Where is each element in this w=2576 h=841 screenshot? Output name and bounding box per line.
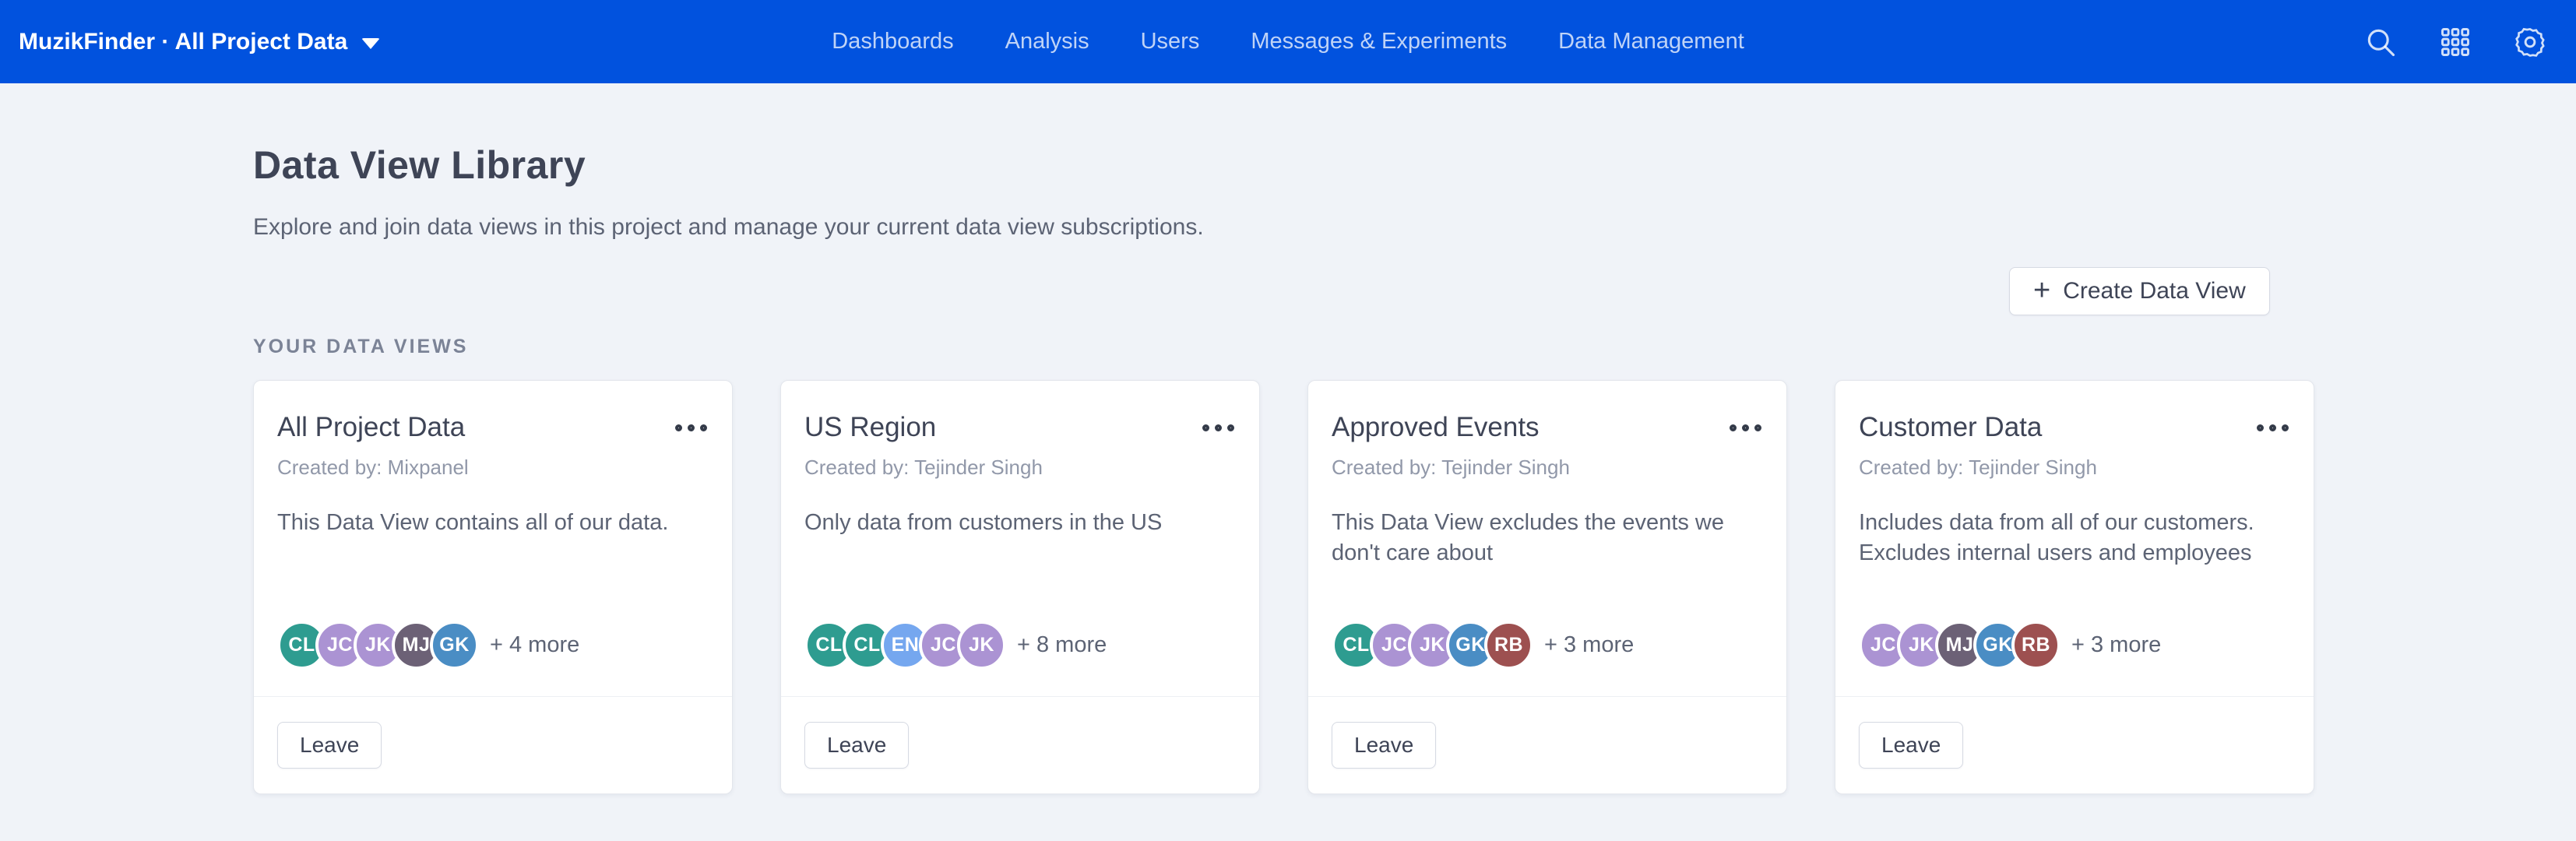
card-body: Customer Data Created by: Tejinder Singh…	[1835, 381, 2314, 696]
dot	[700, 424, 707, 431]
plus-icon: +	[2033, 276, 2050, 305]
nav-dashboards[interactable]: Dashboards	[832, 29, 953, 55]
project-switcher[interactable]: MuzikFinder · All Project Data	[19, 29, 380, 55]
member-row: CLCLENJCJK + 8 more	[804, 621, 1236, 670]
dot	[1227, 424, 1234, 431]
nav-users[interactable]: Users	[1141, 29, 1200, 55]
card-description: Includes data from all of our customers.…	[1859, 508, 2290, 568]
more-members-label: + 4 more	[490, 632, 579, 658]
card-title: US Region	[804, 412, 936, 443]
top-navbar: MuzikFinder · All Project Data Dashboard…	[0, 0, 2576, 83]
card-title: Customer Data	[1859, 412, 2042, 443]
search-icon[interactable]	[2363, 24, 2398, 60]
card-created-by: Created by: Tejinder Singh	[804, 456, 1236, 480]
project-switcher-label: MuzikFinder · All Project Data	[19, 29, 347, 55]
member-row: CLJCJKMJGK + 4 more	[277, 621, 709, 670]
ellipsis-menu-icon[interactable]	[2255, 420, 2290, 436]
leave-button[interactable]: Leave	[1859, 722, 1963, 769]
avatar-group: CLJCJKMJGK	[277, 621, 479, 670]
ellipsis-menu-icon[interactable]	[1728, 420, 1763, 436]
data-view-card: Approved Events Created by: Tejinder Sin…	[1307, 380, 1787, 794]
dot	[1742, 424, 1749, 431]
dot	[1730, 424, 1737, 431]
card-created-by: Created by: Tejinder Singh	[1332, 456, 1763, 480]
settings-gear-icon[interactable]	[2512, 24, 2548, 60]
avatar: RB	[2011, 621, 2060, 670]
leave-button[interactable]: Leave	[804, 722, 909, 769]
navbar-icon-group	[2363, 24, 2548, 60]
card-body: All Project Data Created by: Mixpanel Th…	[254, 381, 732, 696]
apps-grid-icon-svg	[2438, 25, 2472, 59]
card-footer: Leave	[1308, 696, 1786, 793]
section-label-your-data-views: YOUR DATA VIEWS	[253, 336, 2576, 358]
avatar: JK	[957, 621, 1006, 670]
card-body: Approved Events Created by: Tejinder Sin…	[1308, 381, 1786, 696]
create-data-view-button[interactable]: + Create Data View	[2009, 267, 2270, 315]
dot	[1202, 424, 1209, 431]
data-view-card: Customer Data Created by: Tejinder Singh…	[1835, 380, 2314, 794]
more-members-label: + 8 more	[1017, 632, 1107, 658]
dot	[1754, 424, 1761, 431]
ellipsis-menu-icon[interactable]	[674, 420, 709, 436]
card-created-by: Created by: Tejinder Singh	[1859, 456, 2290, 480]
avatar-group: CLCLENJCJK	[804, 621, 1006, 670]
data-view-card: US Region Created by: Tejinder Singh Onl…	[780, 380, 1260, 794]
create-data-view-label: Create Data View	[2063, 278, 2246, 304]
dot	[675, 424, 682, 431]
card-title: All Project Data	[277, 412, 465, 443]
card-description: Only data from customers in the US	[804, 508, 1236, 538]
member-row: CLJCJKGKRB + 3 more	[1332, 621, 1763, 670]
page-title: Data View Library	[253, 143, 2576, 188]
leave-button[interactable]: Leave	[277, 722, 382, 769]
card-description: This Data View excludes the events we do…	[1332, 508, 1763, 568]
avatar-group: CLJCJKGKRB	[1332, 621, 1533, 670]
avatar-group: JCJKMJGKRB	[1859, 621, 2060, 670]
more-members-label: + 3 more	[2071, 632, 2161, 658]
apps-grid-icon[interactable]	[2437, 24, 2473, 60]
dot	[2282, 424, 2289, 431]
card-footer: Leave	[781, 696, 1259, 793]
dot	[2257, 424, 2264, 431]
dot	[2269, 424, 2276, 431]
member-row: JCJKMJGKRB + 3 more	[1859, 621, 2290, 670]
card-footer: Leave	[1835, 696, 2314, 793]
leave-button[interactable]: Leave	[1332, 722, 1436, 769]
primary-nav: Dashboards Analysis Users Messages & Exp…	[832, 0, 1744, 83]
card-body: US Region Created by: Tejinder Singh Onl…	[781, 381, 1259, 696]
card-title: Approved Events	[1332, 412, 1540, 443]
nav-analysis[interactable]: Analysis	[1005, 29, 1089, 55]
nav-messages-experiments[interactable]: Messages & Experiments	[1251, 29, 1507, 55]
data-view-card: All Project Data Created by: Mixpanel Th…	[253, 380, 733, 794]
card-footer: Leave	[254, 696, 732, 793]
chevron-down-icon	[361, 38, 380, 49]
card-description: This Data View contains all of our data.	[277, 508, 709, 538]
page-subtitle: Explore and join data views in this proj…	[253, 214, 2576, 241]
main-content: Data View Library Explore and join data …	[0, 143, 2576, 794]
more-members-label: + 3 more	[1544, 632, 1634, 658]
dot	[688, 424, 695, 431]
ellipsis-menu-icon[interactable]	[1201, 420, 1236, 436]
settings-gear-icon-svg	[2513, 25, 2547, 59]
avatar: RB	[1484, 621, 1533, 670]
dot	[1215, 424, 1222, 431]
card-created-by: Created by: Mixpanel	[277, 456, 709, 480]
avatar: GK	[430, 621, 479, 670]
nav-data-management[interactable]: Data Management	[1558, 29, 1744, 55]
data-view-card-list: All Project Data Created by: Mixpanel Th…	[253, 380, 2576, 794]
search-icon-svg	[2363, 25, 2398, 59]
